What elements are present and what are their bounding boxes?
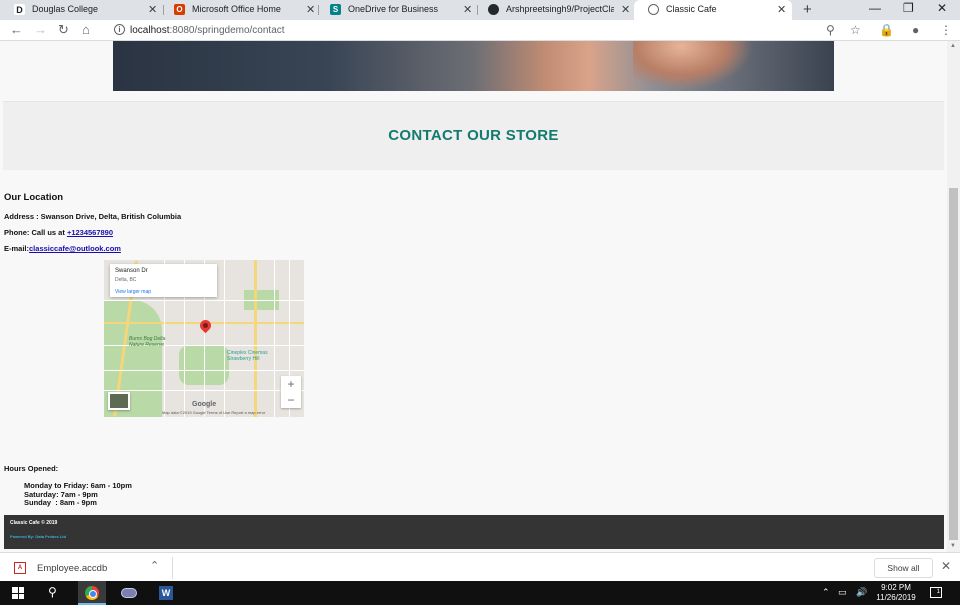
taskbar-database-app[interactable]: [115, 581, 143, 605]
scroll-thumb[interactable]: [949, 188, 958, 540]
url-path: :8080/springdemo/contact: [169, 25, 285, 36]
access-file-icon: A: [14, 562, 26, 574]
close-downloads-icon[interactable]: ✕: [941, 559, 951, 573]
star-icon[interactable]: ☆: [850, 23, 861, 37]
tab-close-icon[interactable]: ✕: [306, 3, 315, 16]
forward-arrow-icon[interactable]: →: [34, 22, 47, 37]
tab-close-icon[interactable]: ✕: [463, 3, 472, 16]
kebab-menu-icon[interactable]: ⋮: [940, 23, 952, 37]
tab-github[interactable]: Arshpreetsingh9/ProjectCla ✕: [474, 0, 634, 20]
back-arrow-icon[interactable]: ←: [10, 22, 23, 37]
office-favicon-icon: O: [174, 4, 185, 15]
taskbar-chrome[interactable]: [78, 581, 106, 605]
globe-favicon-icon: [648, 4, 659, 15]
clock-date: 11/26/2019: [876, 593, 916, 602]
taskbar: ⚲ W ⌃ ▭ 🔊 9:02 PM 11/26/2019 1: [0, 581, 960, 605]
restore-icon[interactable]: ❐: [903, 1, 914, 15]
taskbar-word[interactable]: W: [152, 581, 180, 605]
new-tab-plus-icon[interactable]: +: [803, 1, 812, 18]
url-text[interactable]: localhost:8080/springdemo/contact: [130, 25, 285, 36]
tab-strip: D Douglas College ✕ O Microsoft Office H…: [0, 0, 960, 20]
show-all-button[interactable]: Show all: [874, 558, 933, 578]
embedded-map[interactable]: Burns Bog Delta Nature Reserve Cineplex …: [104, 260, 304, 417]
hours-weekday: Monday to Friday: 6am - 10pm: [24, 481, 132, 490]
hero-image: [113, 41, 834, 91]
douglas-favicon-icon: D: [14, 4, 25, 15]
hours-title: Hours Opened:: [4, 464, 59, 473]
close-window-icon[interactable]: ✕: [937, 1, 947, 15]
zoom-in-icon[interactable]: +: [281, 376, 301, 392]
downloads-bar: A Employee.accdb ⌃ Show all ✕: [0, 552, 960, 581]
page-scrollbar[interactable]: ▲ ▼: [947, 41, 960, 552]
footer-copyright: Classic Cafe © 2019: [10, 520, 58, 526]
tray-chevron-icon[interactable]: ⌃: [822, 587, 830, 598]
phone-line: Phone: Call us at +1234567890: [4, 228, 113, 237]
onedrive-favicon-icon: S: [330, 4, 341, 15]
network-icon[interactable]: ▭: [838, 587, 847, 598]
github-favicon-icon: [488, 4, 499, 15]
tab-close-icon[interactable]: ✕: [777, 3, 786, 16]
download-filename[interactable]: Employee.accdb: [37, 563, 107, 574]
volume-icon[interactable]: 🔊: [856, 587, 867, 598]
url-host: localhost: [130, 25, 170, 36]
clock-time: 9:02 PM: [881, 583, 911, 592]
reload-icon[interactable]: ↻: [58, 22, 69, 38]
hours-sunday: Sunday : 8am - 9pm: [24, 498, 97, 507]
tab-title: Douglas College: [32, 4, 99, 14]
contact-title: CONTACT OUR STORE: [388, 127, 559, 144]
map-zoom-control: + −: [281, 376, 301, 408]
tab-close-icon[interactable]: ✕: [621, 3, 630, 16]
tab-microsoft-office[interactable]: O Microsoft Office Home ✕: [160, 0, 318, 20]
scroll-down-icon[interactable]: ▼: [950, 543, 956, 549]
taskbar-clock[interactable]: 9:02 PM 11/26/2019: [868, 583, 924, 603]
map-park-label: Burns Bog Delta Nature Reserve: [129, 336, 166, 348]
map-place-sub: Delta, BC: [115, 277, 137, 283]
email-line: E-mail:classiccafe@outlook.com: [4, 244, 121, 253]
footer-powered: Powered By: Data Probes Ltd: [10, 534, 67, 539]
tab-onedrive[interactable]: S OneDrive for Business ✕: [316, 0, 476, 20]
phone-prefix: Phone: Call us at: [4, 228, 67, 237]
minimize-icon[interactable]: —: [869, 1, 881, 15]
map-place-card: Swanson Dr Delta, BC View larger map: [110, 264, 217, 297]
phone-link[interactable]: +1234567890: [67, 228, 113, 237]
tab-title: Arshpreetsingh9/ProjectCla: [506, 4, 614, 14]
satellite-toggle[interactable]: [108, 392, 130, 410]
database-app-icon: [121, 588, 137, 598]
windows-start-icon[interactable]: [12, 587, 24, 599]
lock-extension-icon[interactable]: 🔒: [879, 23, 894, 37]
address-bar[interactable]: i localhost:8080/springdemo/contact: [105, 22, 871, 39]
tab-close-icon[interactable]: ✕: [148, 3, 157, 16]
page-viewport: CONTACT OUR STORE Our Location Address :…: [0, 41, 947, 552]
chevron-up-icon[interactable]: ⌃: [150, 559, 159, 572]
contact-header-band: CONTACT OUR STORE: [3, 101, 944, 170]
chrome-icon: [85, 586, 99, 600]
download-separator: [172, 557, 173, 579]
tab-douglas-college[interactable]: D Douglas College ✕: [0, 0, 163, 20]
tab-classic-cafe[interactable]: Classic Cafe ✕: [634, 0, 792, 20]
notification-icon[interactable]: 1: [930, 587, 942, 598]
map-marker-icon[interactable]: [197, 317, 214, 334]
zoom-out-icon[interactable]: −: [281, 392, 301, 408]
view-larger-map-link[interactable]: View larger map: [115, 289, 151, 295]
location-title: Our Location: [4, 192, 64, 203]
home-icon[interactable]: ⌂: [82, 22, 90, 37]
address-line: Address : Swanson Drive, Delta, British …: [4, 212, 182, 221]
email-link[interactable]: classiccafe@outlook.com: [29, 244, 121, 253]
search-icon[interactable]: ⚲: [48, 585, 57, 599]
tab-title: Classic Cafe: [666, 4, 717, 14]
scroll-up-icon[interactable]: ▲: [950, 43, 956, 49]
profile-icon[interactable]: ●: [912, 23, 919, 37]
tab-title: OneDrive for Business: [348, 4, 439, 14]
site-info-icon[interactable]: i: [114, 24, 125, 35]
google-logo: Google: [192, 401, 217, 408]
page-footer: Classic Cafe © 2019 Powered By: Data Pro…: [4, 515, 944, 549]
map-place-name: Swanson Dr: [115, 268, 148, 274]
map-poi-label: Cineplex Cinemas Strawberry Hill: [227, 350, 268, 362]
map-footer: Map data ©2019 Google Terms of Use Repor…: [162, 410, 266, 415]
email-prefix: E-mail:: [4, 244, 30, 253]
magnifier-icon[interactable]: ⚲: [826, 23, 835, 37]
word-icon: W: [159, 586, 173, 600]
tab-title: Microsoft Office Home: [192, 4, 281, 14]
browser-toolbar: ← → ↻ ⌂ i localhost:8080/springdemo/cont…: [0, 20, 960, 41]
